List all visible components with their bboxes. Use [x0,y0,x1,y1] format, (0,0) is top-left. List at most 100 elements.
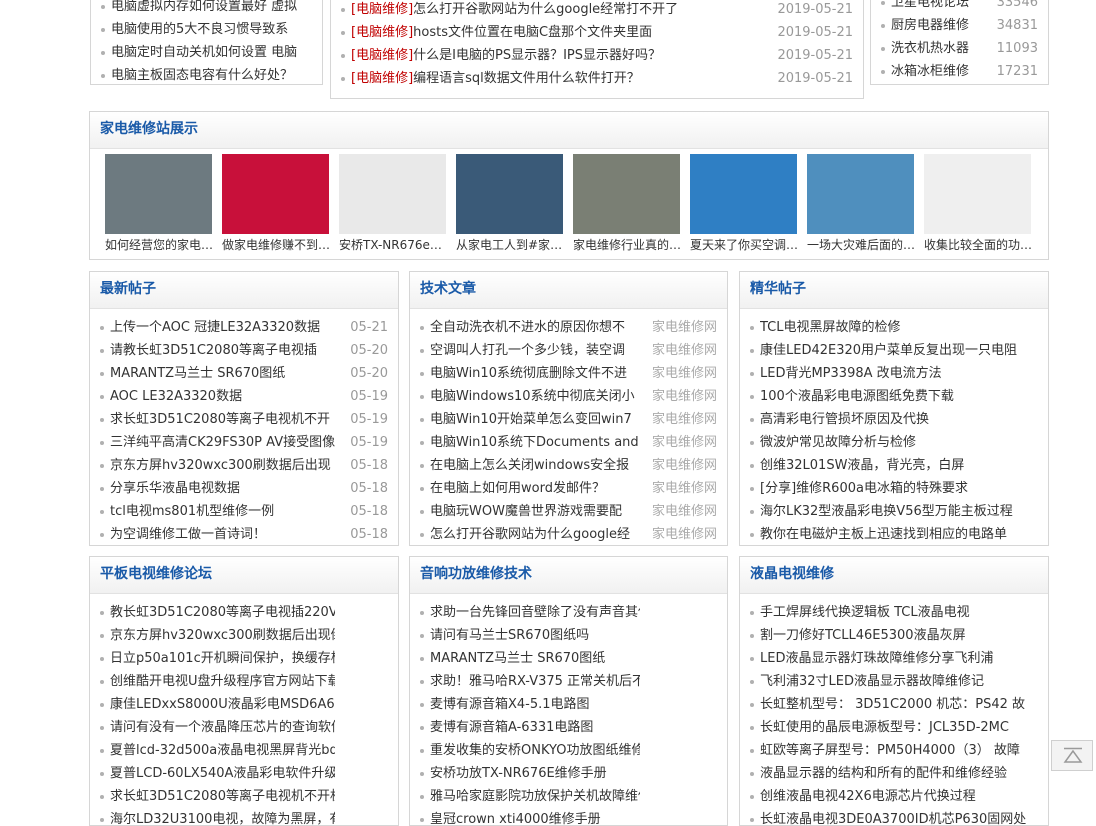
list-item[interactable]: 上传一个AOC 冠捷LE32A3320数据 05-21 [90,316,398,339]
flat-tv-title[interactable]: 平板电视维修论坛 [100,566,212,582]
list-item[interactable]: MARANTZ马兰士 SR670图纸 05-20 [90,362,398,385]
item-title[interactable]: 创维液晶电视42X6电源芯片代换过程 [760,785,1030,808]
item-title[interactable]: 怎么打开谷歌网站为什么google经常打不开了 [413,2,678,17]
forum-name[interactable]: 洗衣机热水器 [891,37,969,60]
list-item[interactable]: 卫星电视论坛 33546 [871,0,1048,14]
item-title[interactable]: 电脑Windows10系统中彻底关闭小 [430,385,640,408]
list-item[interactable]: 夏普lcd-32d500a液晶电视黑屏背光bd9893f [90,739,398,762]
item-link[interactable]: [电脑维修]什么是I电脑的PS显示器？IPS显示器好吗？ [351,44,751,67]
item-title[interactable]: 求长虹3D51C2080等离子电视机不开机 [110,785,335,808]
list-item[interactable]: 海尔LD32U3100电视，故障为黑屏，有韩至 [90,808,398,825]
item-title[interactable]: 求长虹3D51C2080等离子电视机不开 [110,408,335,431]
list-item[interactable]: 创维酷开电视U盘升级程序官方网站下载地址 [90,670,398,693]
item-title[interactable]: 教你在电磁炉主板上迅速找到相应的电路单 [760,523,1030,545]
list-item[interactable]: 飞利浦32寸LED液晶显示器故障维修记 [740,670,1048,693]
list-item[interactable]: 京东方屏hv320wxc300刷数据后出现倒屏 [90,624,398,647]
item-title[interactable]: 割一刀修好TCLL46E5300液晶灰屏 [760,624,1030,647]
list-item[interactable]: [电脑维修]什么是I电脑的PS显示器？IPS显示器好吗？ 2019-05-21 [331,44,863,67]
list-item[interactable]: 创维液晶电视42X6电源芯片代换过程 [740,785,1048,808]
list-item[interactable]: 在电脑上如何用word发邮件？ 家电维修网 [410,477,727,500]
item-title[interactable]: 海尔LK32型液晶彩电换V56型万能主板过程 [760,500,1030,523]
showcase-caption[interactable]: 收集比较全面的功放电路图 [924,236,1036,253]
list-item[interactable]: 教你在电磁炉主板上迅速找到相应的电路单 [740,523,1048,545]
item-title[interactable]: 编程语言sql数据文件用什么软件打开？ [413,71,640,86]
list-item[interactable]: 电脑玩WOW魔兽世界游戏需要配 家电维修网 [410,500,727,523]
item-link[interactable]: [电脑维修]编程语言sql数据文件用什么软件打开？ [351,67,751,90]
item-title[interactable]: 麦博有源音箱X4-5.1电路图 [430,693,640,716]
list-item[interactable]: LED液晶显示器灯珠故障维修分享飞利浦 [740,647,1048,670]
forum-name[interactable]: 冰箱冰柜维修 [891,60,969,83]
list-item[interactable]: 三洋纯平高清CK29FS30P AV接受图像 05-19 [90,431,398,454]
item-title[interactable]: 海尔LD32U3100电视，故障为黑屏，有韩至 [110,808,335,825]
list-item[interactable]: 为空调维修工做一首诗词！ 05-18 [90,523,398,545]
showcase-thumbnail[interactable] [573,154,680,234]
list-item[interactable]: 液晶显示器的结构和所有的配件和维修经验 [740,762,1048,785]
showcase-caption[interactable]: 夏天来了你买空调了吗？ [690,236,802,253]
list-item[interactable]: 电脑使用的5大不良习惯导致系 [91,18,322,41]
item-title[interactable]: 电脑Win10系统下Documents and [430,431,640,454]
tech-articles-title[interactable]: 技术文章 [420,281,476,297]
item-title[interactable]: 怎么打开谷歌网站为什么google经 [430,523,640,545]
list-item[interactable]: 重发收集的安桥ONKYO功放图纸维修手册和用 [410,739,727,762]
item-category[interactable]: [电脑维修] [351,2,413,17]
showcase-thumbnail[interactable] [105,154,212,234]
item-title[interactable]: 求助一台先锋回音壁除了没有声音其他功能都 [430,601,640,624]
showcase-title[interactable]: 家电维修站展示 [100,121,198,137]
item-title[interactable]: 电脑虚拟内存如何设置最好 虚拟 [111,0,316,18]
list-item[interactable]: 电脑主板固态电容有什么好处？ [91,64,322,84]
list-item[interactable]: 长虹整机型号： 3D51C2000 机芯：PS42 故 [740,693,1048,716]
list-item[interactable]: 割一刀修好TCLL46E5300液晶灰屏 [740,624,1048,647]
item-category[interactable]: [电脑维修] [351,25,413,40]
list-item[interactable]: [电脑维修]hosts文件位置在电脑C盘那个文件夹里面 2019-05-21 [331,21,863,44]
item-title[interactable]: 京东方屏hv320wxc300刷数据后出现倒屏 [110,624,335,647]
list-item[interactable]: 空调叫人打孔一个多少钱，装空调 家电维修网 [410,339,727,362]
showcase-thumbnail[interactable] [222,154,329,234]
list-item[interactable]: 全自动洗衣机不进水的原因你想不 家电维修网 [410,316,727,339]
item-title[interactable]: 为空调维修工做一首诗词！ [110,523,335,545]
list-item[interactable]: [电脑维修]编程语言sql数据文件用什么软件打开？ 2019-05-21 [331,67,863,90]
latest-posts-title[interactable]: 最新帖子 [100,281,156,297]
showcase-item[interactable]: 一场大灾难后面的电工们 [807,154,919,253]
list-item[interactable]: 高清彩电行管损坏原因及代换 [740,408,1048,431]
list-item[interactable]: [电脑维修]怎么打开谷歌网站为什么google经常打不开了 2019-05-21 [331,0,863,21]
item-title[interactable]: 分享乐华液晶电视数据 [110,477,335,500]
showcase-item[interactable]: 夏天来了你买空调了吗？ [690,154,802,253]
item-title[interactable]: 夏普lcd-32d500a液晶电视黑屏背光bd9893f [110,739,335,762]
item-title[interactable]: 上传一个AOC 冠捷LE32A3320数据 [110,316,335,339]
item-title[interactable]: AOC LE32A3320数据 [110,385,335,408]
list-item[interactable]: 电脑Windows10系统中彻底关闭小 家电维修网 [410,385,727,408]
list-item[interactable]: 皇冠crown xti4000维修手册 [410,808,727,825]
list-item[interactable]: 请教长虹3D51C2080等离子电视插 05-20 [90,339,398,362]
showcase-caption[interactable]: 做家电维修赚不到钱的原因 [222,236,334,253]
item-title[interactable]: 在电脑上怎么关闭windows安全报 [430,454,640,477]
list-item[interactable]: 请问有没有一个液晶降压芯片的查询软件来 [90,716,398,739]
list-item[interactable]: 教长虹3D51C2080等离子电视插220V.逻辑板 [90,601,398,624]
item-title[interactable]: 电脑Win10开始菜单怎么变回win7 [430,408,640,431]
forum-name[interactable]: 厨房电器维修 [891,14,969,37]
item-title[interactable]: 京东方屏hv320wxc300刷数据后出现 [110,454,335,477]
item-category[interactable]: [电脑维修] [351,71,413,86]
item-title[interactable]: MARANTZ马兰士 SR670图纸 [110,362,335,385]
list-item[interactable]: 厨房电器维修 34831 [871,14,1048,37]
item-title[interactable]: 电脑Win10系统彻底删除文件不进 [430,362,640,385]
showcase-caption[interactable]: 安桥TX-NR676e不开机维修 [339,236,451,253]
item-title[interactable]: 虹欧等离子屏型号：PM50H4000（3） 故障 [760,739,1030,762]
item-title[interactable]: 求助！雅马哈RX-V375 正常关机后不能开机， [430,670,640,693]
item-title[interactable]: 在电脑上如何用word发邮件？ [430,477,640,500]
showcase-caption[interactable]: 从家电工人到#家电维修老板 [456,236,568,253]
list-item[interactable]: 电脑虚拟内存如何设置最好 虚拟 [91,0,322,18]
scroll-top-button[interactable] [1051,740,1093,771]
list-item[interactable]: 电脑Win10系统彻底删除文件不进 家电维修网 [410,362,727,385]
list-item[interactable]: 长虹使用的晶辰电源板型号：JCL35D-2MC [740,716,1048,739]
showcase-item[interactable]: 如何经营您的家电维修店 [105,154,217,253]
item-link[interactable]: [电脑维修]hosts文件位置在电脑C盘那个文件夹里面 [351,21,751,44]
item-title[interactable]: 教长虹3D51C2080等离子电视插220V.逻辑板 [110,601,335,624]
item-category[interactable]: [电脑维修] [351,48,413,63]
item-title[interactable]: TCL电视黑屏故障的检修 [760,316,1030,339]
showcase-item[interactable]: 安桥TX-NR676e不开机维修 [339,154,451,253]
item-title[interactable]: MARANTZ马兰士 SR670图纸 [430,647,640,670]
showcase-item[interactable]: 从家电工人到#家电维修老板 [456,154,568,253]
list-item[interactable]: MARANTZ马兰士 SR670图纸 [410,647,727,670]
showcase-thumbnail[interactable] [690,154,797,234]
list-item[interactable]: 在电脑上怎么关闭windows安全报 家电维修网 [410,454,727,477]
